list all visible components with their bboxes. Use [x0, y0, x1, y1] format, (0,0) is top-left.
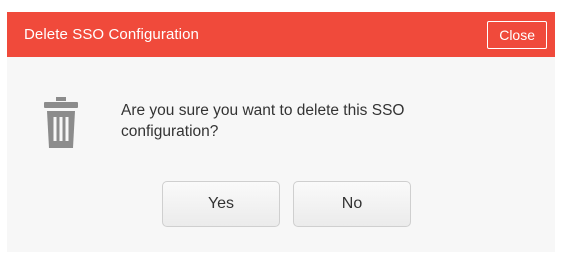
no-button[interactable]: No	[293, 181, 411, 227]
dialog-body: Are you sure you want to delete this SSO…	[7, 57, 555, 252]
close-button[interactable]: Close	[487, 20, 547, 49]
dialog-title: Delete SSO Configuration	[24, 26, 199, 43]
delete-sso-dialog: Delete SSO Configuration Close Are you s…	[7, 12, 555, 252]
trash-icon	[42, 97, 80, 149]
dialog-header: Delete SSO Configuration Close	[7, 12, 555, 57]
yes-button[interactable]: Yes	[162, 181, 280, 227]
confirmation-message: Are you sure you want to delete this SSO…	[121, 102, 405, 140]
